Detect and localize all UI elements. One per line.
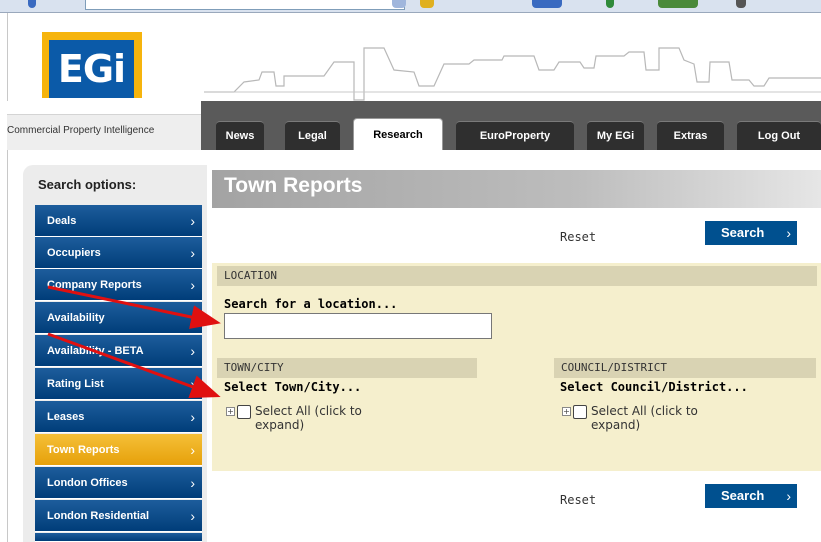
page: EGi Commercial Property Intelligence New… bbox=[0, 0, 821, 542]
select-all-checkbox[interactable] bbox=[573, 405, 587, 419]
tab-research[interactable]: Research bbox=[353, 118, 443, 151]
sidebar-item-company-reports[interactable]: Company Reports › bbox=[35, 269, 202, 301]
page-title-bar: Town Reports bbox=[212, 170, 821, 208]
council-district-tree: + Select All (click to expand) bbox=[562, 404, 752, 438]
town-city-label: Select Town/City... bbox=[224, 380, 362, 394]
chevron-right-icon: › bbox=[190, 343, 195, 359]
sidebar-item-leases[interactable]: Leases › bbox=[35, 401, 202, 433]
browser-icon bbox=[658, 0, 698, 8]
town-city-section-header: TOWN/CITY bbox=[217, 358, 477, 378]
sidebar-item-label: Rating List bbox=[47, 378, 104, 390]
chevron-right-icon: › bbox=[190, 245, 195, 261]
sidebar-item-label: Company Reports bbox=[47, 279, 142, 291]
search-button-label: Search bbox=[721, 488, 765, 503]
chevron-right-icon: › bbox=[190, 277, 195, 293]
chevron-right-icon: › bbox=[786, 225, 791, 241]
sidebar-item-label: Deals bbox=[47, 215, 77, 227]
search-options-panel: Search options: Deals › Occupiers › Compan… bbox=[23, 165, 208, 542]
site-header: EGi bbox=[7, 13, 821, 101]
tab-europroperty[interactable]: EuroProperty bbox=[456, 121, 574, 150]
address-field[interactable] bbox=[85, 0, 405, 10]
search-button-bottom[interactable]: Search › bbox=[705, 484, 797, 508]
sidebar-item-label: London Offices bbox=[47, 477, 128, 489]
sidebar-title: Search options: bbox=[38, 177, 137, 192]
logo-block: EGi bbox=[49, 40, 134, 98]
search-form: LOCATION Search for a location... TOWN/C… bbox=[212, 263, 821, 471]
tab-log-out[interactable]: Log Out bbox=[737, 121, 821, 150]
sidebar-item-deals[interactable]: Deals › bbox=[35, 205, 202, 237]
tab-my-egi[interactable]: My EGi bbox=[587, 121, 644, 150]
browser-icon bbox=[736, 0, 746, 8]
browser-icon bbox=[28, 0, 36, 8]
browser-icon bbox=[532, 0, 562, 8]
page-title: Town Reports bbox=[224, 174, 363, 197]
sidebar-item-availability-beta[interactable]: Availability - BETA › bbox=[35, 335, 202, 367]
sidebar-item-label: Availability bbox=[47, 312, 105, 324]
sidebar-item-availability[interactable]: Availability › bbox=[35, 302, 202, 334]
chevron-right-icon: › bbox=[190, 213, 195, 229]
chevron-right-icon: › bbox=[190, 475, 195, 491]
skyline-graphic bbox=[204, 47, 821, 101]
nav-bar: Commercial Property Intelligence News Le… bbox=[7, 101, 821, 151]
reset-link-bottom[interactable]: Reset bbox=[560, 493, 596, 507]
reset-link-top[interactable]: Reset bbox=[560, 230, 596, 244]
sidebar-item-label: Availability - BETA bbox=[47, 345, 144, 357]
select-all-checkbox[interactable] bbox=[237, 405, 251, 419]
main-tabs: News Legal Research EuroProperty My EGi … bbox=[201, 101, 821, 151]
chevron-right-icon: › bbox=[190, 310, 195, 326]
browser-icon bbox=[420, 0, 434, 8]
expand-icon[interactable]: + bbox=[562, 407, 571, 416]
browser-icon bbox=[392, 0, 406, 8]
location-search-input[interactable] bbox=[224, 313, 492, 339]
council-district-section-header: COUNCIL/DISTRICT bbox=[554, 358, 816, 378]
sidebar-item-london-residential[interactable]: London Residential › bbox=[35, 500, 202, 532]
select-all-label[interactable]: Select All (click to expand) bbox=[591, 404, 741, 432]
search-button-top[interactable]: Search › bbox=[705, 221, 797, 245]
location-section-header: LOCATION bbox=[217, 266, 817, 286]
egi-logo[interactable]: EGi bbox=[42, 32, 142, 98]
chevron-right-icon: › bbox=[786, 488, 791, 504]
tab-news[interactable]: News bbox=[216, 121, 264, 150]
sidebar-item-occupiers[interactable]: Occupiers › bbox=[35, 237, 202, 269]
tagline: Commercial Property Intelligence bbox=[7, 125, 155, 136]
search-button-label: Search bbox=[721, 225, 765, 240]
chevron-right-icon: › bbox=[190, 409, 195, 425]
sidebar-item-label: Occupiers bbox=[47, 247, 101, 259]
sidebar-item-label: Town Reports bbox=[47, 444, 120, 456]
browser-icon bbox=[606, 0, 614, 8]
sidebar-item-london-offices[interactable]: London Offices › bbox=[35, 467, 202, 499]
chevron-right-icon: › bbox=[190, 508, 195, 524]
location-label: Search for a location... bbox=[224, 297, 398, 311]
sidebar-item-town-reports[interactable]: Town Reports › bbox=[35, 434, 202, 466]
chevron-right-icon: › bbox=[190, 376, 195, 392]
sidebar-item-rating-list[interactable]: Rating List › bbox=[35, 368, 202, 400]
tab-extras[interactable]: Extras bbox=[657, 121, 724, 150]
council-district-label: Select Council/District... bbox=[560, 380, 748, 394]
expand-icon[interactable]: + bbox=[226, 407, 235, 416]
sidebar-item-label: London Residential bbox=[47, 510, 150, 522]
select-all-label[interactable]: Select All (click to expand) bbox=[255, 404, 405, 432]
browser-toolbar bbox=[0, 0, 821, 13]
chevron-right-icon: › bbox=[190, 442, 195, 458]
sidebar-item-label: Leases bbox=[47, 411, 85, 423]
sidebar-item-more[interactable] bbox=[35, 533, 202, 542]
town-city-tree: + Select All (click to expand) bbox=[226, 404, 416, 438]
tab-legal[interactable]: Legal bbox=[285, 121, 340, 150]
main-content: Town Reports Reset Search › LOCATION Sea… bbox=[207, 150, 821, 542]
logo-text: EGi bbox=[57, 47, 126, 91]
sidebar: Search options: Deals › Occupiers › Compan… bbox=[7, 150, 208, 542]
